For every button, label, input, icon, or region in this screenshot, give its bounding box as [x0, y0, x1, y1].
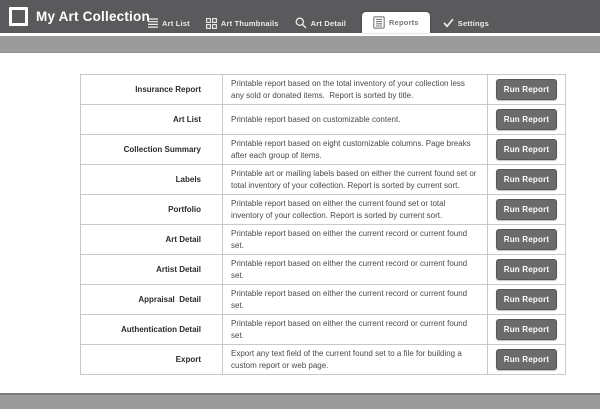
tab-art-detail[interactable]: Art Detail [287, 13, 354, 33]
report-name: Portfolio [81, 195, 223, 225]
document-icon [373, 16, 385, 29]
tab-bar: Art List Art Thumbnails Art Detail Repor… [140, 0, 497, 33]
app-title: My Art Collection [36, 9, 150, 24]
report-action-cell: Run Report [488, 75, 566, 105]
table-row: Artist Detail Printable report based on … [81, 255, 566, 285]
tab-label: Reports [389, 18, 419, 27]
report-action-cell: Run Report [488, 345, 566, 375]
table-row: Export Export any text field of the curr… [81, 345, 566, 375]
report-description: Printable report based on eight customiz… [223, 135, 488, 165]
table-row: Authentication Detail Printable report b… [81, 315, 566, 345]
report-description: Printable report based on either the cur… [223, 285, 488, 315]
report-description: Printable report based on either the cur… [223, 315, 488, 345]
report-name: Collection Summary [81, 135, 223, 165]
tab-reports[interactable]: Reports [362, 12, 430, 33]
report-action-cell: Run Report [488, 105, 566, 135]
report-name: Authentication Detail [81, 315, 223, 345]
checkmark-icon [443, 18, 454, 28]
report-action-cell: Run Report [488, 165, 566, 195]
run-report-button[interactable]: Run Report [496, 79, 558, 100]
app-window: My Art Collection Art List Art Thumbnail… [0, 0, 600, 409]
table-row: Art List Printable report based on custo… [81, 105, 566, 135]
report-description: Printable art or mailing labels based on… [223, 165, 488, 195]
tab-label: Settings [458, 19, 489, 28]
report-action-cell: Run Report [488, 255, 566, 285]
tab-label: Art Detail [311, 19, 346, 28]
search-icon [295, 17, 307, 29]
report-name: Art Detail [81, 225, 223, 255]
grid-icon [206, 18, 217, 29]
report-name: Appraisal Detail [81, 285, 223, 315]
tab-label: Art List [162, 19, 190, 28]
run-report-button[interactable]: Run Report [496, 319, 558, 340]
table-row: Labels Printable art or mailing labels b… [81, 165, 566, 195]
app-header: My Art Collection Art List Art Thumbnail… [0, 0, 600, 33]
run-report-button[interactable]: Run Report [496, 289, 558, 310]
report-action-cell: Run Report [488, 135, 566, 165]
reports-table: Insurance Report Printable report based … [80, 74, 566, 375]
report-description: Export any text field of the current fou… [223, 345, 488, 375]
run-report-button[interactable]: Run Report [496, 349, 558, 370]
run-report-button[interactable]: Run Report [496, 169, 558, 190]
table-row: Collection Summary Printable report base… [81, 135, 566, 165]
table-row: Portfolio Printable report based on eith… [81, 195, 566, 225]
report-action-cell: Run Report [488, 315, 566, 345]
report-action-cell: Run Report [488, 225, 566, 255]
tab-art-list[interactable]: Art List [140, 13, 198, 33]
report-name: Art List [81, 105, 223, 135]
report-name: Insurance Report [81, 75, 223, 105]
picture-frame-logo-icon [9, 7, 28, 26]
report-description: Printable report based on either the cur… [223, 195, 488, 225]
tab-art-thumbnails[interactable]: Art Thumbnails [198, 13, 287, 33]
reports-page: Insurance Report Printable report based … [0, 53, 600, 375]
report-name: Export [81, 345, 223, 375]
run-report-button[interactable]: Run Report [496, 109, 558, 130]
tab-settings[interactable]: Settings [435, 13, 497, 33]
report-action-cell: Run Report [488, 195, 566, 225]
report-description: Printable report based on either the cur… [223, 255, 488, 285]
table-row: Appraisal Detail Printable report based … [81, 285, 566, 315]
run-report-button[interactable]: Run Report [496, 139, 558, 160]
list-icon [148, 18, 158, 28]
tab-label: Art Thumbnails [221, 19, 279, 28]
run-report-button[interactable]: Run Report [496, 229, 558, 250]
report-name: Labels [81, 165, 223, 195]
report-description: Printable report based on the total inve… [223, 75, 488, 105]
table-row: Art Detail Printable report based on eit… [81, 225, 566, 255]
run-report-button[interactable]: Run Report [496, 199, 558, 220]
status-bar [0, 393, 600, 409]
report-name: Artist Detail [81, 255, 223, 285]
run-report-button[interactable]: Run Report [496, 259, 558, 280]
report-action-cell: Run Report [488, 285, 566, 315]
table-row: Insurance Report Printable report based … [81, 75, 566, 105]
toolbar-band [0, 36, 600, 53]
report-description: Printable report based on customizable c… [223, 105, 488, 135]
report-description: Printable report based on either the cur… [223, 225, 488, 255]
